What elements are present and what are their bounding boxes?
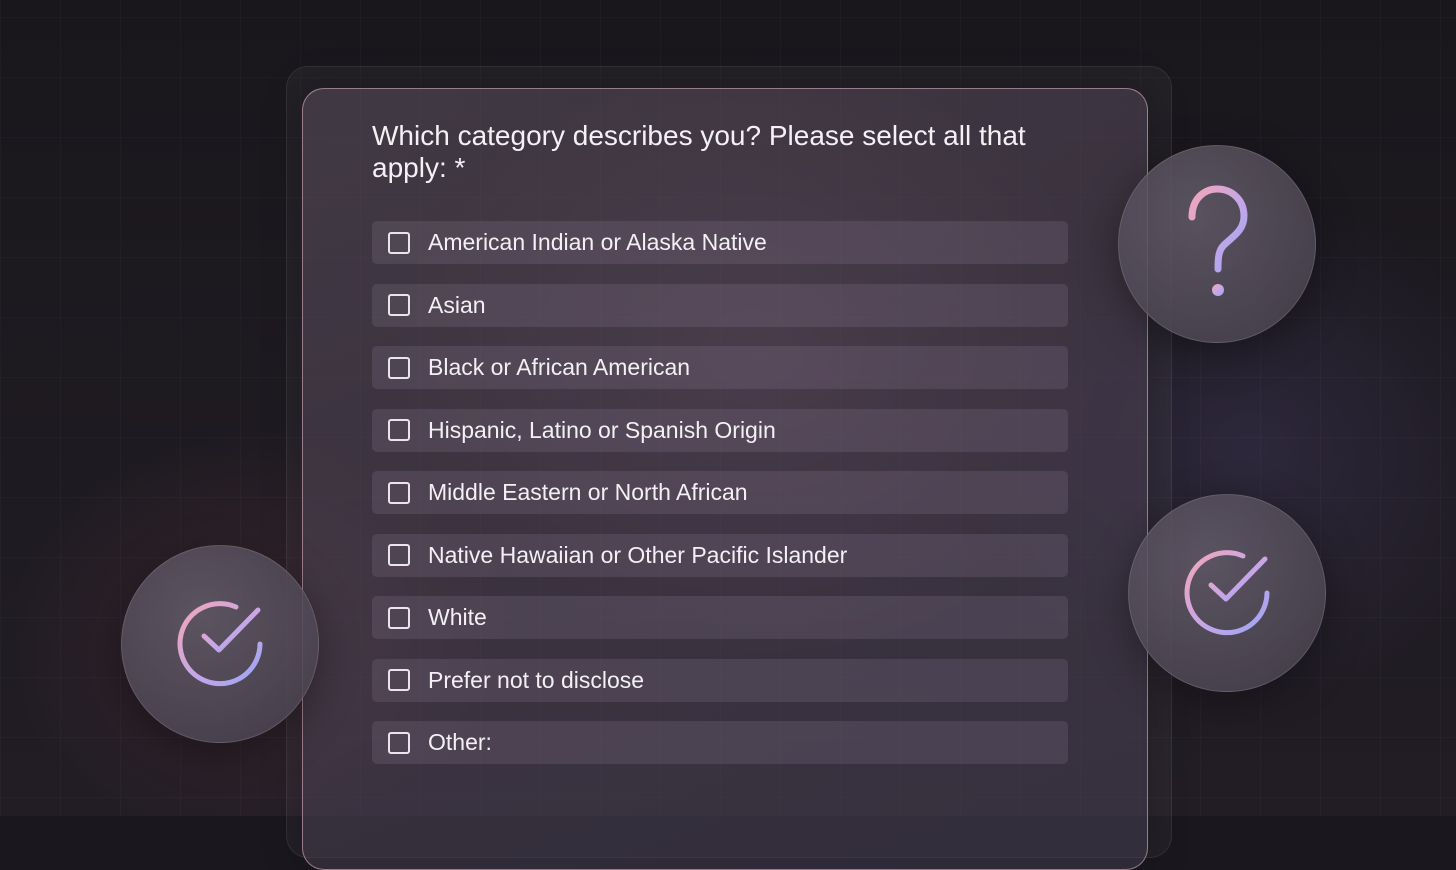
check-badge-left <box>121 545 319 743</box>
checkbox[interactable] <box>388 606 410 629</box>
checkbox[interactable] <box>388 544 410 566</box>
checkbox[interactable] <box>388 419 410 441</box>
option-label: American Indian or Alaska Native <box>428 229 767 255</box>
checkbox[interactable] <box>388 294 410 316</box>
option-hispanic[interactable]: Hispanic, Latino or Spanish Origin <box>372 408 1068 452</box>
option-black[interactable]: Black or African American <box>372 346 1068 389</box>
option-label: Hispanic, Latino or Spanish Origin <box>428 416 776 443</box>
question-mark-icon <box>1188 185 1248 296</box>
option-label: White <box>428 604 487 630</box>
option-label: Asian <box>428 291 486 318</box>
option-prefer-not-to-disclose[interactable]: Prefer not to disclose <box>372 658 1068 702</box>
option-white[interactable]: White <box>372 596 1068 639</box>
check-circle-icon <box>177 601 263 687</box>
option-label: Prefer not to disclose <box>428 666 645 693</box>
checkbox[interactable] <box>388 731 410 754</box>
option-middle-eastern[interactable]: Middle Eastern or North African <box>372 471 1068 514</box>
question-title: Which category describes you? Please sel… <box>372 120 1026 183</box>
option-american-indian[interactable]: American Indian or Alaska Native <box>372 221 1068 264</box>
check-badge-right <box>1128 494 1326 692</box>
option-label: Native Hawaiian or Other Pacific Islande… <box>428 541 848 568</box>
option-other[interactable]: Other: <box>372 721 1068 764</box>
option-native-hawaiian[interactable]: Native Hawaiian or Other Pacific Islande… <box>372 533 1068 577</box>
option-asian[interactable]: Asian <box>372 283 1068 327</box>
checkbox[interactable] <box>388 231 410 254</box>
options-list: American Indian or Alaska Native Asian B… <box>372 221 1068 784</box>
option-label: Other: <box>428 729 492 755</box>
check-circle-icon <box>1184 550 1270 636</box>
checkbox[interactable] <box>388 356 410 379</box>
checkbox[interactable] <box>388 669 410 691</box>
question-badge <box>1118 145 1316 343</box>
checkbox[interactable] <box>388 481 410 504</box>
option-label: Middle Eastern or North African <box>428 479 748 505</box>
option-label: Black or African American <box>428 354 691 380</box>
